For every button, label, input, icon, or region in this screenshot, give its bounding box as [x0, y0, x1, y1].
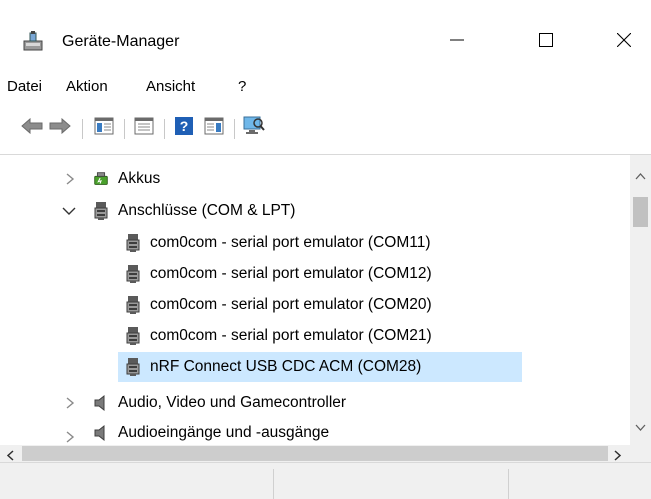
properties-icon	[134, 117, 154, 139]
speaker-icon	[92, 424, 110, 442]
tree-node-label: com0com - serial port emulator (COM20)	[150, 296, 432, 313]
port-icon	[92, 202, 110, 220]
action-pane-button[interactable]	[202, 117, 226, 139]
menu-ansicht[interactable]: Ansicht	[146, 78, 195, 95]
scroll-down-icon[interactable]	[635, 419, 646, 436]
port-icon	[124, 296, 142, 314]
chevron-right-icon[interactable]	[63, 396, 77, 410]
toolbar-separator	[82, 119, 83, 139]
status-separator	[273, 469, 274, 499]
battery-icon	[92, 170, 110, 188]
forward-button[interactable]	[48, 117, 72, 139]
help-icon: ?	[175, 117, 193, 139]
tree-node-label: Akkus	[118, 170, 161, 187]
back-button[interactable]	[20, 117, 44, 139]
device-manager-icon	[22, 30, 44, 52]
port-icon	[124, 265, 142, 283]
device-manager-window: Geräte-Manager Datei Aktion Ansicht ? ? …	[0, 0, 651, 499]
horizontal-scroll-thumb[interactable]	[22, 446, 608, 461]
tree-node-com21[interactable]: com0com - serial port emulator (COM21)	[124, 321, 432, 351]
vertical-scrollbar[interactable]	[630, 155, 651, 445]
title-bar: Geräte-Manager	[0, 0, 651, 62]
tree-node-anschluesse[interactable]: Anschlüsse (COM & LPT)	[60, 196, 295, 226]
menu-help[interactable]: ?	[238, 78, 246, 95]
status-separator	[508, 469, 509, 499]
forward-arrow-icon	[49, 117, 71, 138]
window-title: Geräte-Manager	[62, 33, 180, 50]
properties-button[interactable]	[132, 117, 156, 139]
tree-node-com11[interactable]: com0com - serial port emulator (COM11)	[124, 228, 431, 258]
port-icon	[124, 358, 142, 376]
close-button[interactable]	[601, 26, 647, 58]
back-arrow-icon	[21, 117, 43, 138]
tree-node-audio-video[interactable]: Audio, Video und Gamecontroller	[60, 388, 346, 418]
status-bar	[0, 462, 651, 499]
tree-node-com28-selected[interactable]: nRF Connect USB CDC ACM (COM28)	[124, 352, 421, 382]
vertical-scroll-thumb[interactable]	[633, 197, 648, 227]
show-hide-console-tree-icon	[94, 117, 114, 139]
tree-node-label: Audio, Video und Gamecontroller	[118, 394, 347, 411]
minimize-button[interactable]	[434, 26, 480, 58]
menu-bar: Datei Aktion Ansicht ?	[0, 74, 651, 102]
help-button[interactable]: ?	[172, 117, 196, 139]
speaker-icon	[92, 394, 110, 412]
menu-datei[interactable]: Datei	[7, 78, 42, 95]
tree-node-com12[interactable]: com0com - serial port emulator (COM12)	[124, 259, 432, 289]
port-icon	[124, 327, 142, 345]
close-icon	[616, 32, 632, 51]
chevron-down-icon[interactable]	[62, 204, 76, 218]
chevron-right-icon[interactable]	[63, 430, 77, 444]
chevron-right-icon[interactable]	[63, 172, 77, 186]
minimize-icon	[450, 33, 464, 51]
scan-hardware-icon	[243, 116, 265, 140]
tree-node-label: com0com - serial port emulator (COM12)	[150, 265, 432, 282]
action-pane-icon	[204, 117, 224, 139]
console-tree-button[interactable]	[92, 117, 116, 139]
scan-hardware-button[interactable]	[242, 116, 266, 140]
tree-node-label: nRF Connect USB CDC ACM (COM28)	[150, 358, 422, 375]
toolbar-separator	[124, 119, 125, 139]
horizontal-scrollbar[interactable]	[0, 445, 630, 462]
scrollbar-corner	[630, 445, 651, 462]
tree-node-label: Anschlüsse (COM & LPT)	[118, 202, 296, 219]
maximize-button[interactable]	[523, 26, 569, 58]
maximize-icon	[539, 33, 553, 51]
port-icon	[124, 234, 142, 252]
toolbar-separator	[234, 119, 235, 139]
svg-text:?: ?	[180, 118, 189, 134]
scroll-up-icon[interactable]	[635, 167, 646, 184]
tree-node-com20[interactable]: com0com - serial port emulator (COM20)	[124, 290, 432, 320]
menu-aktion[interactable]: Aktion	[66, 78, 108, 95]
tree-node-label: com0com - serial port emulator (COM21)	[150, 327, 432, 344]
tree-node-akkus[interactable]: Akkus	[60, 164, 160, 194]
toolbar: ?	[0, 113, 651, 145]
toolbar-separator	[164, 119, 165, 139]
tree-node-label: Audioeingänge und -ausgänge	[118, 424, 330, 441]
tree-node-label: com0com - serial port emulator (COM11)	[150, 234, 431, 251]
